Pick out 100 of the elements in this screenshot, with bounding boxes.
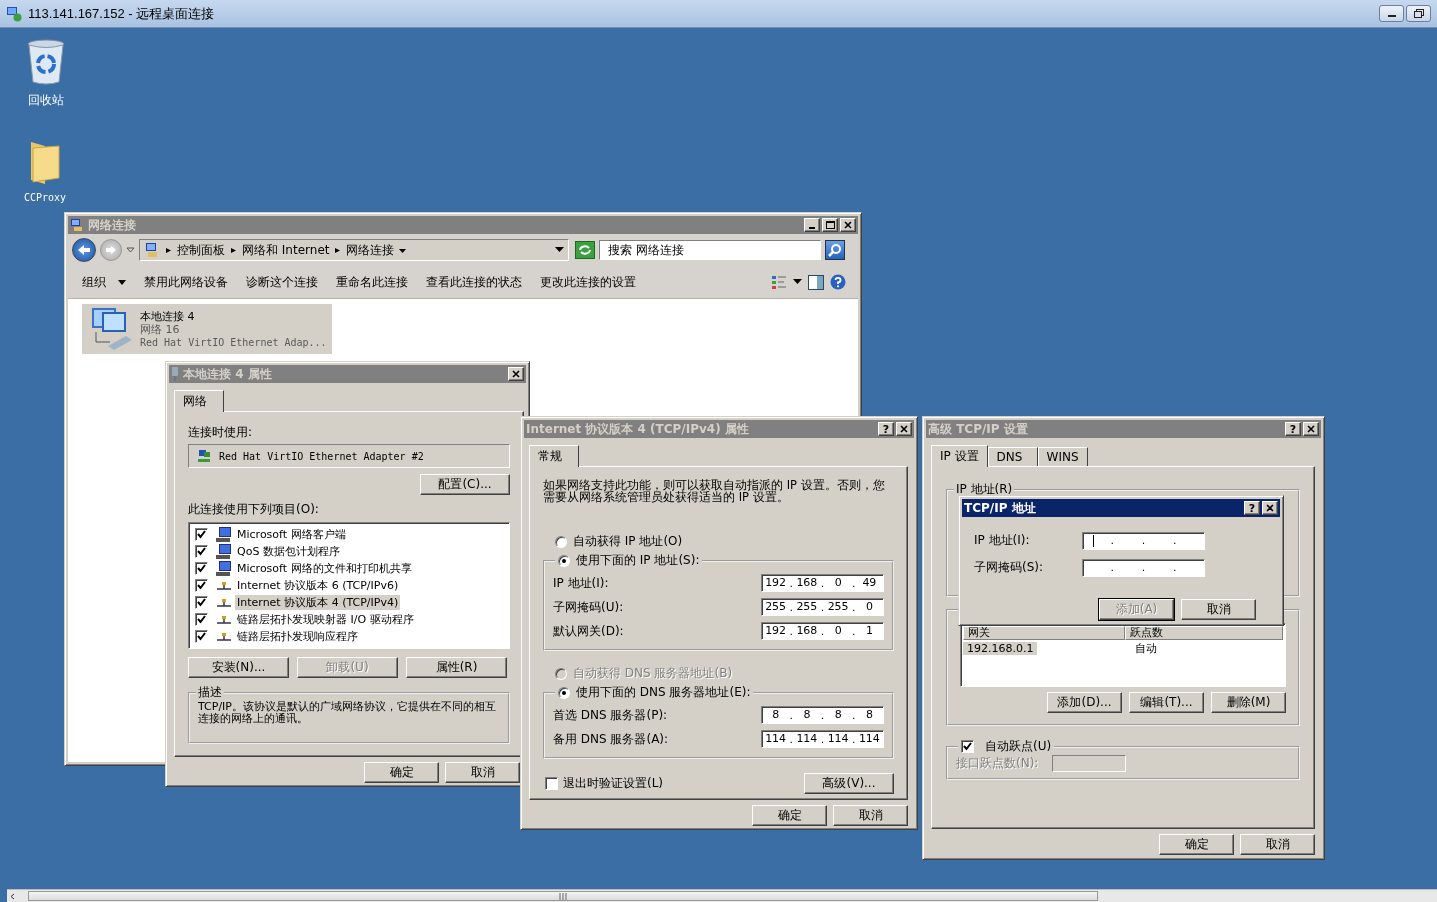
view-icon[interactable] bbox=[771, 275, 787, 289]
dialog-button[interactable]: 安装(N)... bbox=[188, 657, 289, 679]
dialog-button[interactable]: 取消 bbox=[1240, 834, 1315, 855]
list-item[interactable]: QoS 数据包计划程序 bbox=[235, 544, 342, 560]
toolbar-button[interactable]: 重命名此连接 bbox=[330, 273, 414, 291]
list-item[interactable]: Microsoft 网络客户端 bbox=[235, 527, 348, 543]
connection-network: 网络 16 bbox=[140, 323, 181, 336]
table-cell: 192.168.0.1 bbox=[963, 641, 1038, 655]
caret-icon[interactable] bbox=[230, 246, 237, 254]
tab[interactable]: 常规 bbox=[529, 445, 579, 467]
ip-address-field[interactable]: 192 . 168 . 0 . 49 bbox=[761, 574, 884, 592]
back-button[interactable] bbox=[72, 238, 96, 262]
checkbox[interactable] bbox=[195, 562, 208, 576]
help-button[interactable]: ? bbox=[878, 422, 894, 436]
advanced-button[interactable]: 高级(V)... bbox=[804, 773, 894, 794]
close-button[interactable] bbox=[840, 218, 856, 232]
close-button[interactable] bbox=[508, 367, 524, 381]
label: 连接时使用: bbox=[188, 424, 254, 441]
computer-icon bbox=[216, 544, 232, 560]
toolbar-button[interactable]: 查看此连接的状态 bbox=[420, 273, 528, 291]
dialog-button[interactable]: 确定 bbox=[752, 805, 827, 826]
configure-button[interactable]: 配置(C)... bbox=[420, 474, 510, 496]
breadcrumb-item[interactable]: 网络和 Internet bbox=[242, 241, 330, 259]
dialog-button[interactable]: 编辑(T)... bbox=[1129, 692, 1204, 713]
dialog-button[interactable]: 删除(M) bbox=[1211, 692, 1286, 713]
computer-icon bbox=[216, 527, 232, 543]
help-button[interactable]: ? bbox=[1285, 422, 1301, 436]
address-bar[interactable]: 控制面板 网络和 Internet 网络连接 bbox=[139, 239, 569, 261]
tab[interactable]: WINS bbox=[1037, 447, 1088, 466]
checkbox[interactable] bbox=[195, 579, 208, 593]
close-button[interactable] bbox=[1303, 422, 1319, 436]
field-label: IP 地址(I): bbox=[553, 574, 609, 592]
radio-button[interactable] bbox=[558, 554, 570, 567]
ip-address-field[interactable]: 255 . 255 . 255 . 0 bbox=[761, 598, 884, 616]
minimize-button[interactable] bbox=[1379, 5, 1404, 22]
dialog-button[interactable]: 确定 bbox=[364, 762, 439, 783]
connection-item[interactable]: 本地连接 4 网络 16 Red Hat VirtIO Ethernet Adap... bbox=[82, 304, 332, 354]
refresh-button[interactable] bbox=[575, 241, 595, 259]
field-label: 默认网关(D): bbox=[553, 622, 624, 640]
scrollbar-thumb[interactable] bbox=[28, 891, 1098, 901]
toolbar-button[interactable]: 组织 bbox=[76, 273, 132, 291]
caret-icon[interactable] bbox=[793, 279, 802, 285]
ip-address-field[interactable]: 8 . 8 . 8 . 8 bbox=[761, 706, 884, 724]
search-button[interactable] bbox=[825, 240, 845, 260]
list-item[interactable]: 链路层拓扑发现映射器 I/O 驱动程序 bbox=[235, 612, 416, 628]
restore-button[interactable] bbox=[1406, 5, 1431, 22]
dialog-button[interactable]: 确定 bbox=[1159, 834, 1234, 855]
caret-icon[interactable] bbox=[399, 246, 407, 254]
tab[interactable]: 网络 bbox=[174, 390, 224, 412]
checkbox[interactable] bbox=[961, 740, 974, 753]
breadcrumb-item[interactable]: 控制面板 bbox=[177, 241, 225, 259]
field-label: 接口跃点数(N): bbox=[956, 755, 1039, 772]
close-icon bbox=[512, 370, 520, 378]
column-header[interactable]: 网关 bbox=[963, 626, 1125, 640]
radio-label: 使用下面的 IP 地址(S): bbox=[576, 552, 700, 569]
list-item[interactable]: Internet 协议版本 6 (TCP/IPv6) bbox=[235, 578, 401, 594]
breadcrumb-item[interactable]: 网络连接 bbox=[346, 241, 395, 259]
tab[interactable]: DNS bbox=[987, 447, 1038, 466]
dialog-button[interactable]: 取消 bbox=[445, 762, 520, 783]
recycle-bin-icon[interactable] bbox=[26, 38, 66, 86]
ip-address-field[interactable]: 192 . 168 . 0 . 1 bbox=[761, 622, 884, 640]
table-row[interactable]: 192.168.0.1 自动 bbox=[963, 640, 1283, 656]
help-button[interactable]: ? bbox=[1244, 501, 1260, 515]
list-item[interactable]: 链路层拓扑发现响应程序 bbox=[235, 629, 360, 645]
column-header[interactable]: 跃点数 bbox=[1125, 626, 1283, 640]
horizontal-scrollbar[interactable] bbox=[7, 889, 1437, 902]
ip-address-field[interactable]: 114 . 114 . 114 . 114 bbox=[761, 730, 884, 748]
checkbox[interactable] bbox=[195, 545, 208, 559]
radio-button[interactable] bbox=[558, 686, 570, 699]
checkbox[interactable] bbox=[195, 528, 208, 542]
close-button[interactable] bbox=[896, 422, 912, 436]
toolbar-button[interactable]: 禁用此网络设备 bbox=[138, 273, 234, 291]
dialog-button[interactable]: 取消 bbox=[833, 805, 908, 826]
close-icon bbox=[1266, 504, 1274, 512]
dialog-title: 高级 TCP/IP 设置 bbox=[928, 420, 1028, 438]
maximize-button[interactable] bbox=[822, 218, 838, 232]
tab[interactable]: IP 设置 bbox=[931, 445, 988, 467]
toolbar-button[interactable]: 更改此连接的设置 bbox=[534, 273, 642, 291]
search-field[interactable]: 搜索 网络连接 bbox=[599, 240, 821, 260]
restore-icon bbox=[1413, 9, 1424, 18]
toolbar-button[interactable]: 诊断这个连接 bbox=[240, 273, 324, 291]
intro-text: 如果网络支持此功能，则可以获取自动指派的 IP 设置。否则，您需要从网络系统管理员处获得适当的 IP 设置。 bbox=[543, 479, 886, 503]
help-icon[interactable] bbox=[830, 274, 846, 290]
checkbox[interactable] bbox=[195, 613, 208, 627]
dialog-button[interactable]: 添加(D)... bbox=[1047, 692, 1122, 713]
dialog-button[interactable]: 取消 bbox=[1181, 599, 1256, 620]
preview-pane-icon[interactable] bbox=[808, 274, 824, 290]
close-button[interactable] bbox=[1262, 501, 1278, 515]
checkbox[interactable] bbox=[195, 596, 208, 610]
ip-address-field[interactable]: . . . bbox=[1082, 558, 1205, 577]
checkbox-label: 自动跃点(U) bbox=[985, 738, 1052, 755]
radio-button[interactable] bbox=[555, 535, 567, 548]
list-item[interactable]: Internet 协议版本 4 (TCP/IPv4) bbox=[235, 595, 401, 611]
ip-address-field[interactable]: . . . bbox=[1082, 531, 1205, 550]
dropdown-icon[interactable] bbox=[555, 247, 564, 253]
list-item[interactable]: Microsoft 网络的文件和打印机共享 bbox=[235, 561, 414, 577]
caret-icon[interactable] bbox=[165, 246, 172, 254]
checkbox[interactable] bbox=[545, 777, 558, 790]
dialog-button[interactable]: 属性(R) bbox=[406, 657, 507, 679]
caret-icon[interactable] bbox=[334, 246, 342, 254]
